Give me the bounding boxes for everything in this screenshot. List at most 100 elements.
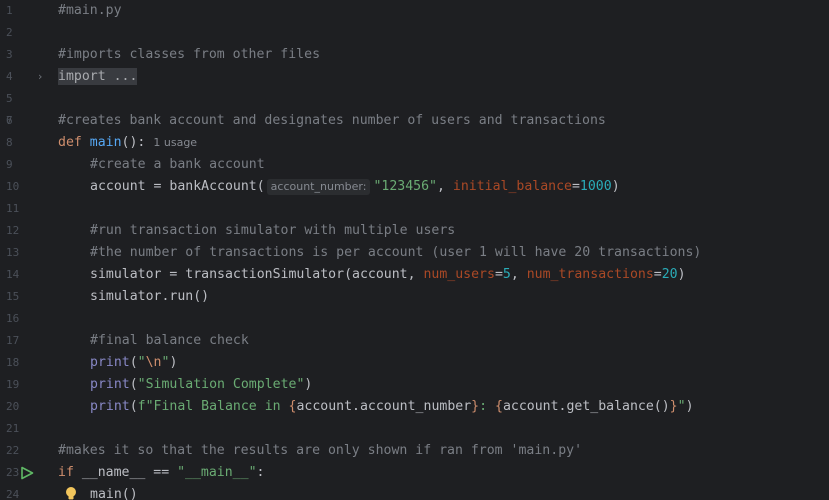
equals: =: [571, 179, 580, 194]
line-number: 24: [6, 488, 20, 500]
line-number: 9: [6, 158, 13, 171]
brace-open: {: [494, 399, 503, 414]
code-line[interactable]: 22 #makes it so that the results are onl…: [0, 440, 829, 462]
line-number: 19: [6, 378, 20, 391]
brace-close: }: [471, 399, 480, 414]
num-users-param: num_users: [423, 267, 495, 282]
code-line[interactable]: 13 #the number of transactions is per ac…: [0, 242, 829, 264]
print-builtin: print: [90, 355, 130, 370]
code-line[interactable]: 16: [0, 308, 829, 330]
final-comment: #final balance check: [90, 333, 249, 348]
num-transactions-param: num_transactions: [526, 267, 654, 282]
code-line[interactable]: 21: [0, 418, 829, 440]
code-line[interactable]: 20 print(f"Final Balance in { account.acc…: [0, 396, 829, 418]
code-line[interactable]: 24 main(): [0, 484, 829, 500]
close-paren: ): [304, 377, 313, 392]
account-assign: account = bankAccount(: [90, 179, 265, 194]
line-number: 4: [6, 70, 13, 83]
open-paren: (: [129, 355, 138, 370]
equals: =: [653, 267, 662, 282]
code-line[interactable]: 14 simulator = transactionSimulator(acco…: [0, 264, 829, 286]
line-number: 10: [6, 180, 20, 193]
line-number: 14: [6, 268, 20, 281]
create-comment: #creates bank account and designates num…: [58, 113, 606, 128]
results-comment: #makes it so that the results are only s…: [58, 443, 583, 458]
account-number-expr: account.account_number: [296, 399, 472, 414]
initial-balance-param: initial_balance: [452, 179, 572, 194]
dunder-main-string: "__main__": [177, 465, 257, 480]
code-editor[interactable]: 1 #main.py 2 3 #imports classes from oth…: [0, 0, 829, 500]
print-builtin: print: [90, 399, 130, 414]
transactions-comment: #the number of transactions is per accou…: [90, 245, 702, 260]
close-paren: ): [611, 179, 620, 194]
code-line[interactable]: 9 #create a bank account: [0, 154, 829, 176]
close-paren: ): [169, 355, 178, 370]
colon-sep: :: [479, 399, 495, 414]
code-line[interactable]: 7 #creates bank account and designates n…: [0, 110, 829, 132]
chevron-right-icon[interactable]: ›: [38, 66, 42, 88]
line-number: 11: [6, 202, 20, 215]
code-line[interactable]: 17 #final balance check: [0, 330, 829, 352]
code-line[interactable]: 4 › import ...: [0, 66, 829, 88]
def-keyword: def: [58, 135, 82, 150]
run-play-icon[interactable]: [20, 466, 34, 480]
num-transactions-value: 20: [661, 267, 678, 282]
line-number: 12: [6, 224, 20, 237]
line-number: 15: [6, 290, 20, 303]
line-number: 21: [6, 422, 20, 435]
code-line[interactable]: 19 print("Simulation Complete"): [0, 374, 829, 396]
close-paren: ): [685, 399, 694, 414]
newline-escape: \n: [145, 355, 162, 370]
balance-number: 1000: [579, 179, 612, 194]
main-call: main(): [90, 487, 138, 500]
file-comment: #main.py: [58, 3, 122, 18]
create-account-comment: #create a bank account: [90, 157, 265, 172]
code-line[interactable]: 2: [0, 22, 829, 44]
line-number: 16: [6, 312, 20, 325]
code-line[interactable]: 11: [0, 198, 829, 220]
fstring-prefix: f"Final Balance in: [137, 399, 289, 414]
quote: ": [137, 355, 146, 370]
comma: ,: [436, 179, 453, 194]
line-number: 18: [6, 356, 20, 369]
simulation-complete-string: "Simulation Complete": [137, 377, 305, 392]
import-fold-region[interactable]: import ...: [58, 68, 138, 85]
code-line[interactable]: 1 #main.py: [0, 0, 829, 22]
comma: ,: [510, 267, 527, 282]
line-number: 3: [6, 48, 13, 61]
simulator-assign: simulator = transactionSimulator(account…: [90, 267, 424, 282]
code-line[interactable]: 8 def main(): 1 usage: [0, 132, 829, 154]
line-number: 17: [6, 334, 20, 347]
if-keyword: if: [58, 465, 74, 480]
open-paren: (: [129, 377, 138, 392]
simulator-run-call: simulator.run(): [90, 289, 210, 304]
brace-close: }: [669, 399, 678, 414]
code-line[interactable]: 18 print("\n"): [0, 352, 829, 374]
code-line[interactable]: 23 if __name__ == "__main__":: [0, 462, 829, 484]
colon: :: [256, 465, 265, 480]
line-number: 20: [6, 400, 20, 413]
code-line[interactable]: 10 account = bankAccount(account_number:…: [0, 176, 829, 198]
open-paren: (: [129, 399, 138, 414]
print-builtin: print: [90, 377, 130, 392]
line-number: 22: [6, 444, 20, 457]
main-function-name[interactable]: main: [90, 135, 122, 150]
num-users-value: 5: [502, 267, 511, 282]
line-number: 8: [6, 136, 13, 149]
code-line[interactable]: 5: [0, 88, 829, 110]
equals: =: [494, 267, 503, 282]
code-line[interactable]: 3 #imports classes from other files: [0, 44, 829, 66]
balance-expr: account.get_balance(): [502, 399, 670, 414]
fstring-end: ": [677, 399, 686, 414]
line-number: 1: [6, 4, 13, 17]
code-line[interactable]: 15 simulator.run(): [0, 286, 829, 308]
line-number: 5: [6, 92, 13, 105]
close-paren: ): [677, 267, 686, 282]
imports-comment: #imports classes from other files: [58, 47, 321, 62]
line-number: 7: [6, 114, 13, 127]
main-parens: ():: [121, 135, 146, 150]
usage-hint[interactable]: 1 usage: [153, 136, 197, 149]
code-line[interactable]: 12 #run transaction simulator with multi…: [0, 220, 829, 242]
line-number: 13: [6, 246, 20, 259]
account-number-string: "123456": [373, 179, 437, 194]
